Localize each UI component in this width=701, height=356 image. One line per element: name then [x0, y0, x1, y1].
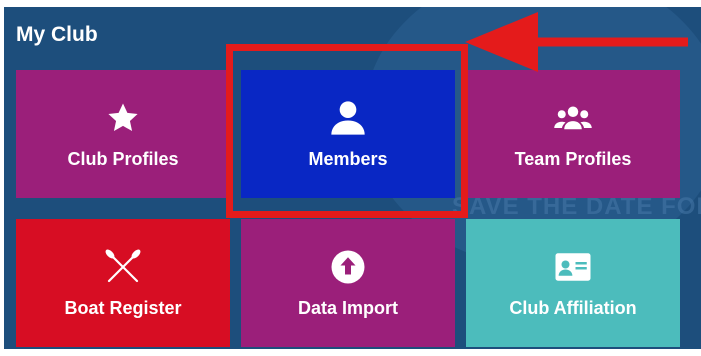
- arrow-annotation: [465, 12, 688, 72]
